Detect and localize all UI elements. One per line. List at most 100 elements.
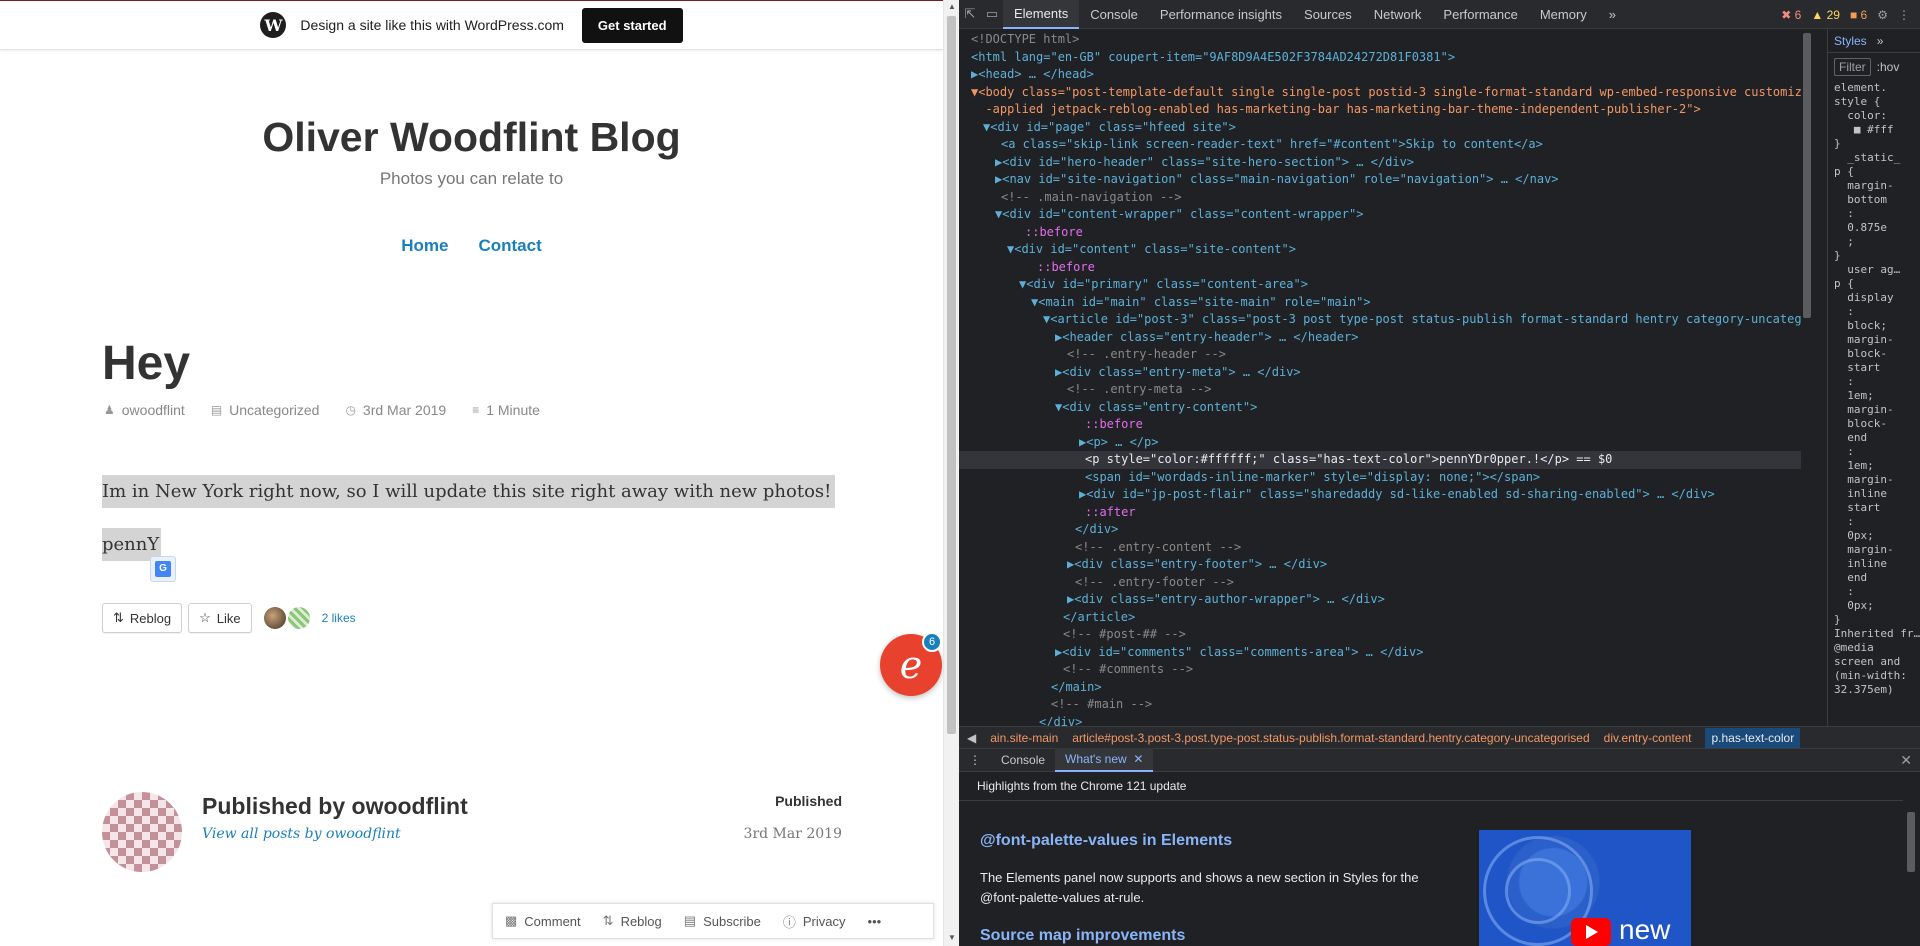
whats-new-scrollbar[interactable] (1904, 802, 1918, 946)
styles-more-icon[interactable]: » (1877, 34, 1884, 48)
whats-new-heading-link[interactable]: @font-palette-values in Elements (980, 832, 1232, 850)
nav-item-home[interactable]: Home (401, 236, 448, 256)
meta-date-label[interactable]: 3rd Mar 2019 (363, 402, 446, 418)
tab-network[interactable]: Network (1363, 0, 1433, 29)
dom-line-selected[interactable]: <p style="color:#ffffff;" class="has-tex… (959, 451, 1801, 469)
reblog-button[interactable]: ⇅ Reblog (102, 603, 183, 633)
author-avatar[interactable] (102, 792, 182, 872)
tab-console[interactable]: Console (1079, 0, 1149, 29)
dom-line[interactable]: ▶<div class="entry-footer"> … </div> (959, 556, 1801, 574)
dom-line[interactable]: <!-- .entry-content --> (959, 539, 1801, 557)
tab-sources[interactable]: Sources (1293, 0, 1363, 29)
view-all-posts-link[interactable]: View all posts by owoodflint (202, 826, 401, 842)
inspect-element-icon[interactable]: ⇱ (959, 6, 981, 22)
youtube-play-icon[interactable] (1571, 918, 1611, 946)
scroll-down-arrow-icon[interactable]: ▼ (948, 933, 956, 942)
liker-avatar[interactable] (287, 607, 310, 629)
dom-line[interactable]: ▶<p> … </p> (959, 434, 1801, 452)
dom-line[interactable]: <!-- .entry-header --> (959, 346, 1801, 364)
dom-line[interactable]: <!-- #main --> (959, 696, 1801, 714)
more-button[interactable]: ••• (868, 914, 882, 929)
tab-styles[interactable]: Styles (1834, 34, 1867, 48)
subscribe-button[interactable]: ▤ Subscribe (684, 913, 761, 929)
tab-memory[interactable]: Memory (1529, 0, 1598, 29)
privacy-button[interactable]: ⓘ Privacy (783, 912, 846, 931)
dom-line[interactable]: </div> (959, 521, 1801, 539)
device-toolbar-icon[interactable]: ▭ (981, 6, 1003, 22)
dom-line[interactable]: </div> (959, 714, 1801, 727)
tab-performance-insights[interactable]: Performance insights (1149, 0, 1293, 29)
drawer-menu-icon[interactable]: ⋮ (959, 748, 991, 772)
dom-line[interactable]: ::after (959, 504, 1801, 522)
page-scrollbar[interactable]: ▲ ▼ (943, 0, 959, 946)
video-thumbnail[interactable]: new (1479, 830, 1691, 946)
drawer-tab-console[interactable]: Console (991, 748, 1055, 772)
close-drawer-icon[interactable]: ✕ (1900, 752, 1912, 769)
get-started-button[interactable]: Get started (581, 7, 683, 43)
dom-line[interactable]: ▼<div class="entry-content"> (959, 399, 1801, 417)
dom-line[interactable]: ▼<div id="page" class="hfeed site"> (959, 119, 1801, 137)
dom-line[interactable]: ▼<article id="post-3" class="post-3 post… (959, 311, 1801, 329)
warnings-counter[interactable]: ▲ 29 (1811, 8, 1840, 22)
dom-line[interactable]: ▼<div id="content-wrapper" class="conten… (959, 206, 1801, 224)
wordpress-logo-icon[interactable]: W (260, 12, 287, 38)
likes-count[interactable]: 2 likes (322, 611, 356, 625)
crumb-item[interactable]: article#post-3.post-3.post.type-post.sta… (1072, 731, 1589, 745)
meta-date[interactable]: ◷ 3rd Mar 2019 (345, 402, 446, 418)
scroll-up-arrow-icon[interactable]: ▲ (948, 2, 956, 11)
reblog-action-button[interactable]: ⇅ Reblog (603, 913, 662, 929)
dom-line[interactable]: ::before (959, 259, 1801, 277)
dom-scrollbar[interactable] (1801, 29, 1813, 726)
dom-line[interactable]: ▼<body class="post-template-default sing… (959, 84, 1801, 102)
dom-line[interactable]: <!-- #post-## --> (959, 626, 1801, 644)
whats-new-heading-link[interactable]: Source map improvements (980, 927, 1185, 945)
dom-line[interactable]: ::before (959, 416, 1801, 434)
crumb-item-selected[interactable]: p.has-text-color (1705, 727, 1801, 748)
meta-category-label[interactable]: Uncategorized (229, 402, 319, 418)
nav-item-contact[interactable]: Contact (478, 236, 541, 256)
like-button[interactable]: ☆ Like (188, 603, 252, 633)
translate-icon[interactable]: G (150, 556, 176, 582)
dom-line[interactable]: ▶<header class="entry-header"> … </heade… (959, 329, 1801, 347)
meta-author-label[interactable]: owoodflint (122, 402, 185, 418)
site-title[interactable]: Oliver Woodflint Blog (0, 114, 943, 161)
dom-line[interactable]: ▶<div class="entry-author-wrapper"> … </… (959, 591, 1801, 609)
liker-avatar[interactable] (263, 607, 286, 629)
crumb-item[interactable]: div.entry-content (1604, 731, 1692, 745)
issues-counter[interactable]: ■ 6 (1850, 8, 1867, 22)
dom-line[interactable]: <!-- .entry-footer --> (959, 574, 1801, 592)
hover-state-toggle[interactable]: :hov (1877, 60, 1900, 74)
styles-filter-input[interactable]: Filter (1834, 58, 1871, 76)
dom-line[interactable]: <span id="wordads-inline-marker" style="… (959, 469, 1801, 487)
dom-line[interactable]: ▶<div id="comments" class="comments-area… (959, 644, 1801, 662)
dom-line[interactable]: ▼<div id="content" class="site-content"> (959, 241, 1801, 259)
more-tabs-icon[interactable]: » (1598, 0, 1627, 29)
dom-line[interactable]: <a class="skip-link screen-reader-text" … (959, 136, 1801, 154)
dom-line[interactable]: <!-- .entry-meta --> (959, 381, 1801, 399)
page-scroll-thumb[interactable] (947, 16, 956, 734)
dom-line[interactable]: <!-- #comments --> (959, 661, 1801, 679)
crumb-left-arrow-icon[interactable]: ◀ (967, 731, 976, 745)
dom-scroll-thumb[interactable] (1803, 33, 1811, 318)
tab-elements[interactable]: Elements (1003, 0, 1080, 29)
drawer-tab-whats-new[interactable]: What's new ✕ (1055, 748, 1154, 772)
comment-button[interactable]: ▩ Comment (505, 913, 581, 929)
meta-category[interactable]: ▤ Uncategorized (211, 402, 320, 418)
dom-line[interactable]: ▶<div id="hero-header" class="site-hero-… (959, 154, 1801, 172)
dom-line[interactable]: <html lang="en-GB" coupert-item="9AF8D9A… (959, 49, 1801, 67)
dom-line[interactable]: ▼<div id="primary" class="content-area"> (959, 276, 1801, 294)
errors-counter[interactable]: ✖ 6 (1781, 8, 1801, 22)
dom-line[interactable]: ▶<div class="entry-meta"> … </div> (959, 364, 1801, 382)
dom-line[interactable]: <!DOCTYPE html> (959, 31, 1801, 49)
whats-new-scroll-thumb[interactable] (1907, 812, 1915, 872)
dom-line[interactable]: ▶<head> … </head> (959, 66, 1801, 84)
dom-line[interactable]: -applied jetpack-reblog-enabled has-mark… (959, 101, 1801, 119)
gear-icon[interactable]: ⚙ (1877, 8, 1888, 22)
meta-author[interactable]: ♟ owoodflint (104, 402, 185, 418)
dom-line[interactable]: ▶<nav id="site-navigation" class="main-n… (959, 171, 1801, 189)
dom-line[interactable]: ::before (959, 224, 1801, 242)
crumb-item[interactable]: ain.site-main (990, 731, 1058, 745)
tab-performance[interactable]: Performance (1432, 0, 1528, 29)
close-tab-icon[interactable]: ✕ (1133, 752, 1143, 766)
dom-line[interactable]: ▶<div id="jp-post-flair" class="sharedad… (959, 486, 1801, 504)
